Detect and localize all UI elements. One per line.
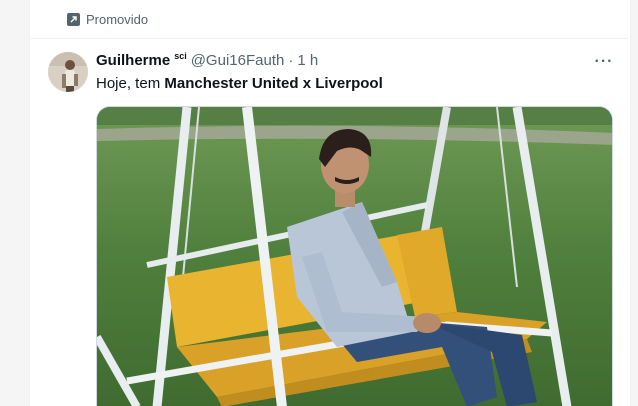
more-options-button[interactable]: ···: [594, 52, 614, 72]
tweet-header: Guilherme sci @Gui16Fauth · 1 h: [96, 50, 318, 70]
avatar[interactable]: [48, 52, 88, 92]
promoted-arrow-icon: [67, 12, 80, 26]
promoted-label[interactable]: Promovido: [67, 0, 148, 38]
page: Promovido Guilherme sci @Gui16Fauth · 1 …: [0, 0, 638, 406]
photo-man-sitting-on-swing-icon: [97, 107, 612, 406]
author-handle[interactable]: @Gui16Fauth: [191, 52, 285, 69]
author-name-suffix: sci: [174, 50, 187, 61]
tweet-text: Hoje, tem Manchester United x Liverpool: [96, 75, 383, 92]
tweet-text-bold: Manchester United x Liverpool: [164, 75, 383, 92]
tweet-divider: [30, 38, 628, 39]
more-options-icon: ···: [594, 53, 614, 70]
promoted-text: Promovido: [86, 11, 149, 27]
author-display-name[interactable]: Guilherme: [96, 52, 170, 69]
tweet-text-prefix: Hoje, tem: [96, 75, 165, 92]
tweet-media-image[interactable]: [96, 106, 613, 406]
header-separator: ·: [288, 52, 294, 69]
avatar-photo-icon: [48, 52, 88, 92]
tweet-timestamp[interactable]: 1 h: [297, 52, 318, 69]
